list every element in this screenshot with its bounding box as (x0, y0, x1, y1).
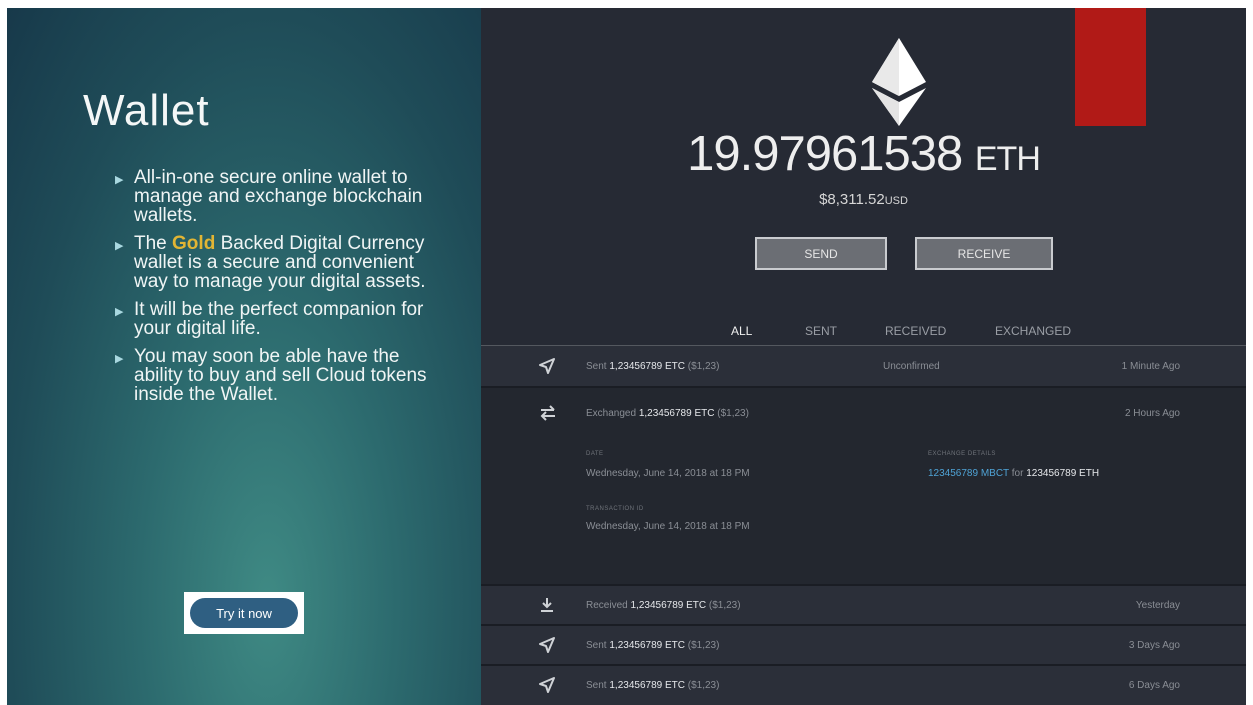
transaction-id-value: Wednesday, June 14, 2018 at 18 PM (586, 521, 750, 532)
exchange-to: 123456789 ETH (1026, 468, 1100, 479)
red-accent-block (1075, 8, 1146, 126)
usd-unit: USD (884, 195, 908, 207)
usd-amount: $8,311.52 (819, 191, 885, 208)
bullet-arrow-icon: ▶ (115, 174, 124, 186)
transaction-row[interactable]: Sent 1,23456789 ETC ($1,23) 3 Days Ago (481, 626, 1246, 664)
tab-sent[interactable]: SENT (805, 324, 837, 338)
tab-all[interactable]: ALL (731, 324, 752, 338)
date-label: DATE (586, 451, 604, 457)
exchange-from-link[interactable]: 123456789 MBCT (928, 468, 1009, 479)
tab-exchanged[interactable]: EXCHANGED (995, 324, 1071, 338)
balance-display: 19.97961538 ETH (481, 126, 1246, 182)
tab-received[interactable]: RECEIVED (885, 324, 946, 338)
wallet-panel: 19.97961538 ETH $8,311.52USD SEND RECEIV… (481, 8, 1246, 705)
download-icon (539, 597, 557, 613)
send-icon (539, 637, 557, 653)
transaction-usd: ($1,23) (717, 408, 749, 419)
send-button[interactable]: SEND (755, 237, 887, 270)
feature-item: ▶ The Gold Backed Digital Currency walle… (115, 233, 447, 291)
feature-item: ▶ It will be the perfect companion for y… (115, 299, 447, 339)
feature-text-pre: The (134, 233, 173, 254)
transaction-row-expanded[interactable]: Exchanged 1,23456789 ETC ($1,23) 2 Hours… (481, 388, 1246, 584)
transaction-summary: Sent 1,23456789 ETC ($1,23) (586, 680, 719, 691)
transaction-type: Received (586, 600, 628, 611)
bullet-arrow-icon: ▶ (115, 240, 124, 252)
transaction-type: Sent (586, 640, 607, 651)
transaction-row[interactable]: Received 1,23456789 ETC ($1,23) Yesterda… (481, 586, 1246, 624)
transaction-amount: 1,23456789 ETC (638, 408, 715, 419)
transaction-type: Sent (586, 680, 607, 691)
transaction-summary: Sent 1,23456789 ETC ($1,23) (586, 361, 719, 372)
ethereum-logo-icon (872, 38, 926, 126)
feature-text: It will be the perfect companion for you… (134, 299, 424, 339)
transaction-time: 3 Days Ago (1128, 640, 1180, 651)
transaction-usd: ($1,23) (687, 361, 720, 372)
gold-highlight: Gold (172, 233, 216, 254)
feature-item: ▶ You may soon be able have the ability … (115, 346, 447, 405)
transaction-time: 2 Hours Ago (1124, 408, 1180, 419)
transaction-usd: ($1,23) (687, 680, 720, 691)
feature-text: All-in-one secure online wallet to manag… (134, 167, 423, 226)
info-panel: Wallet ▶ All-in-one secure online wallet… (7, 8, 481, 705)
try-button-frame: Try it now (184, 592, 304, 634)
transaction-time: 6 Days Ago (1128, 680, 1180, 691)
slide: Wallet ▶ All-in-one secure online wallet… (7, 8, 1246, 705)
transaction-summary: Received 1,23456789 ETC ($1,23) (586, 600, 741, 611)
transaction-id-label: TRANSACTION ID (586, 506, 644, 512)
transaction-time: Yesterday (1135, 600, 1180, 611)
page-title: Wallet (83, 86, 210, 135)
transaction-summary: Sent 1,23456789 ETC ($1,23) (586, 640, 719, 651)
transaction-usd: ($1,23) (708, 600, 741, 611)
exchange-details-value: 123456789 MBCT for 123456789 ETH (928, 468, 1099, 479)
exchange-details-label: EXCHANGE DETAILS (928, 451, 996, 457)
balance-amount: 19.97961538 (687, 127, 963, 181)
feature-list: ▶ All-in-one secure online wallet to man… (115, 167, 447, 413)
send-icon (539, 677, 557, 693)
transaction-type: Exchanged (586, 408, 637, 419)
balance-unit: ETH (974, 140, 1041, 178)
usd-value: $8,311.52USD (481, 191, 1246, 208)
date-value: Wednesday, June 14, 2018 at 18 PM (586, 468, 750, 479)
transaction-status: Unconfirmed (883, 361, 940, 372)
transaction-type: Sent (586, 361, 607, 372)
send-icon (539, 358, 557, 374)
feature-text: You may soon be able have the ability to… (134, 346, 427, 405)
feature-item: ▶ All-in-one secure online wallet to man… (115, 167, 447, 226)
transaction-amount: 1,23456789 ETC (609, 640, 685, 651)
bullet-arrow-icon: ▶ (115, 353, 124, 365)
transaction-amount: 1,23456789 ETC (609, 361, 685, 372)
transaction-amount: 1,23456789 ETC (609, 680, 685, 691)
transaction-row[interactable]: Sent 1,23456789 ETC ($1,23) 6 Days Ago (481, 666, 1246, 705)
try-it-now-button[interactable]: Try it now (190, 598, 298, 628)
transaction-amount: 1,23456789 ETC (630, 600, 707, 611)
transaction-tabs: ALL SENT RECEIVED EXCHANGED (481, 324, 1246, 344)
transaction-usd: ($1,23) (687, 640, 720, 651)
transaction-summary: Exchanged 1,23456789 ETC ($1,23) (586, 408, 749, 419)
bullet-arrow-icon: ▶ (115, 306, 124, 318)
receive-button[interactable]: RECEIVE (915, 237, 1053, 270)
transaction-row[interactable]: Sent 1,23456789 ETC ($1,23) Unconfirmed … (481, 346, 1246, 386)
exchange-icon (539, 405, 557, 421)
exchange-for: for (1011, 468, 1024, 479)
transaction-time: 1 Minute Ago (1121, 361, 1180, 372)
